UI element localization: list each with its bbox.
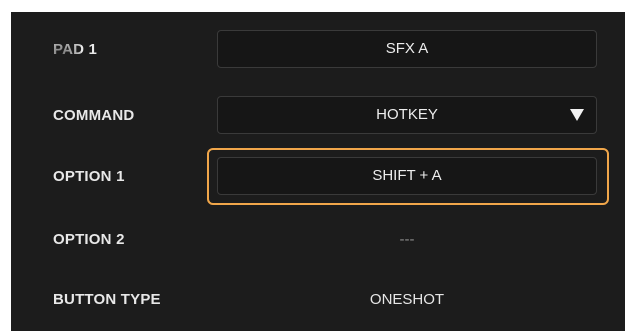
option1-value: SHIFT + A — [372, 167, 442, 184]
command-label: COMMAND — [53, 107, 135, 124]
pad-name-value: SFX A — [385, 40, 429, 57]
option1-label: OPTION 1 — [53, 168, 125, 185]
command-row: COMMAND HOTKEY — [11, 96, 625, 136]
chevron-down-icon[interactable] — [570, 109, 584, 121]
option1-field[interactable]: SHIFT + A — [217, 157, 597, 195]
pad-settings-panel: PAD 1 SFX A COMMAND HOTKEY OPTION 1 SHIF… — [11, 12, 625, 331]
option2-label: OPTION 2 — [53, 231, 125, 248]
option2-value: --- — [399, 231, 415, 248]
command-select[interactable]: HOTKEY — [217, 96, 597, 134]
option2-row: OPTION 2 --- — [11, 220, 625, 260]
option1-row: OPTION 1 SHIFT + A — [11, 157, 625, 197]
pad-name-field[interactable]: SFX A — [217, 30, 597, 68]
pad-row: PAD 1 SFX A — [11, 30, 625, 70]
pad-label: PAD 1 — [53, 41, 98, 58]
button-type-value[interactable]: ONESHOT — [217, 280, 597, 320]
command-value: HOTKEY — [376, 106, 438, 123]
button-type-label: BUTTON TYPE — [53, 291, 161, 308]
button-type-row: BUTTON TYPE ONESHOT — [11, 280, 625, 320]
